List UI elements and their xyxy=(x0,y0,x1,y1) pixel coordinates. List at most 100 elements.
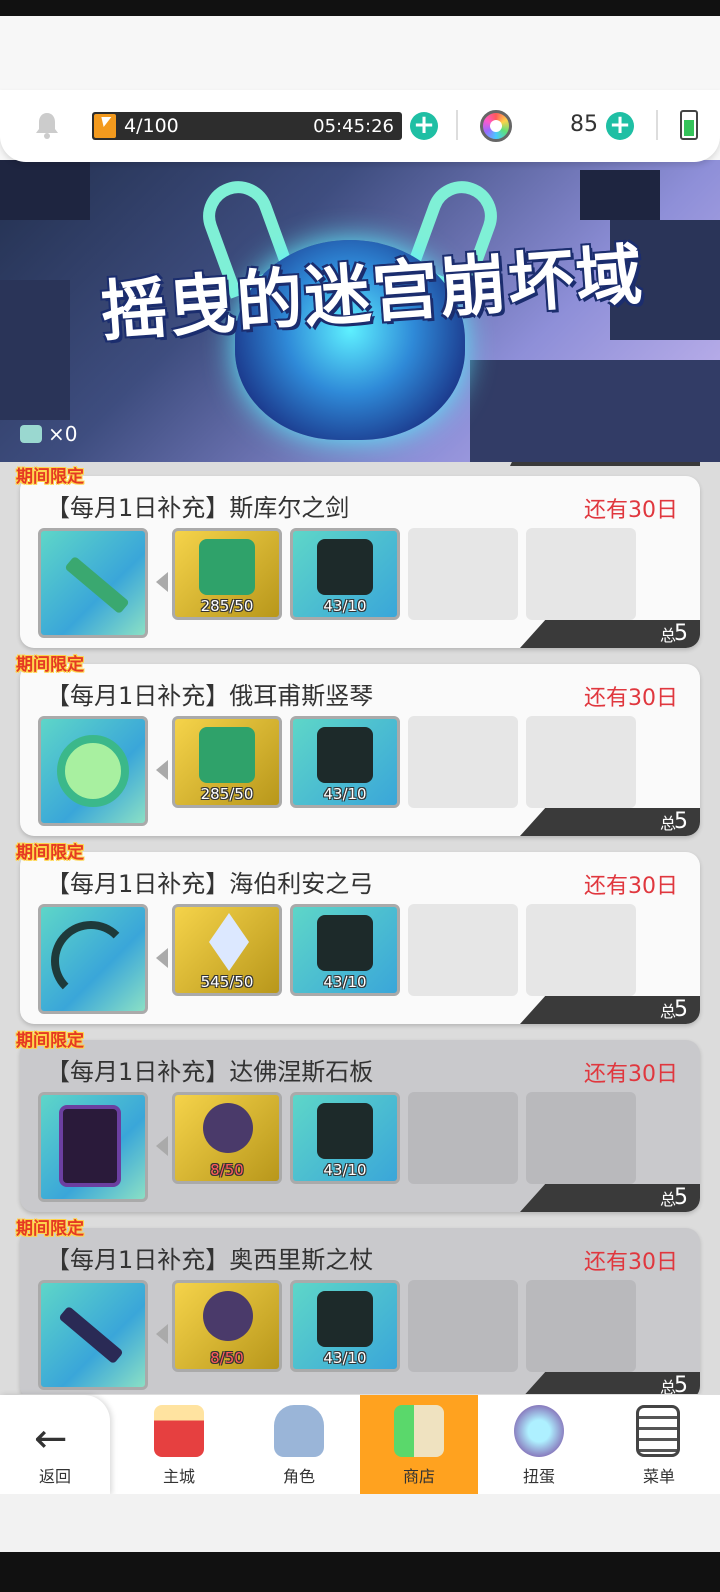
item-slot[interactable] xyxy=(38,1280,148,1390)
nav-gacha[interactable]: 扭蛋 xyxy=(480,1395,598,1495)
item-slot[interactable] xyxy=(38,716,148,826)
bell-icon[interactable] xyxy=(32,110,62,140)
battery-icon xyxy=(680,110,698,140)
shop-item-card[interactable]: 【每月1日补充】俄耳甫斯竖琴 还有30日 285/50 43/10 总库存数5 xyxy=(20,664,700,836)
gem-count: 85 xyxy=(570,112,598,137)
material-slot[interactable]: 285/50 xyxy=(172,716,282,808)
stock-label: 总库存数 xyxy=(659,1190,676,1209)
energy-bolt-icon xyxy=(94,114,116,138)
character-icon xyxy=(274,1405,324,1457)
resource-bar: 4/100 05:45:26 + 85 + xyxy=(0,90,720,162)
nav-label: 角色 xyxy=(282,1467,315,1486)
material-icon xyxy=(199,727,255,783)
pixel-block xyxy=(0,160,90,220)
divider xyxy=(656,110,658,140)
previous-card-footer xyxy=(510,462,700,466)
limited-tag: 期间限定 xyxy=(16,467,84,487)
arrow-left-icon xyxy=(156,1136,168,1156)
arrow-left-icon xyxy=(156,948,168,968)
add-gem-button[interactable]: + xyxy=(606,112,634,140)
stock-footer: 总库存数5 xyxy=(520,620,700,648)
shop-item-card[interactable]: 【每月1日补充】海伯利安之弓 还有30日 545/50 43/10 总库存数5 xyxy=(20,852,700,1024)
shop-item-card[interactable]: 【每月1日补充】奥西里斯之杖 还有30日 8/50 43/10 总库存数5 xyxy=(20,1228,700,1400)
material-count: 43/10 xyxy=(323,1161,367,1179)
token-counter: ×0 xyxy=(20,422,77,446)
nav-label: 菜单 xyxy=(642,1467,675,1486)
empty-slot xyxy=(526,528,636,620)
material-slot[interactable]: 545/50 xyxy=(172,904,282,996)
empty-slot xyxy=(408,716,518,808)
empty-slot xyxy=(526,1092,636,1184)
token-icon xyxy=(20,425,42,443)
castle-icon xyxy=(154,1405,204,1457)
stock-label: 总库存数 xyxy=(659,626,676,645)
stock-footer: 总库存数5 xyxy=(520,996,700,1024)
tablet-icon xyxy=(59,1105,121,1187)
harp-icon xyxy=(57,735,129,807)
nav-shop[interactable]: 商店 xyxy=(360,1395,478,1495)
item-name: 【每月1日补充】俄耳甫斯竖琴 xyxy=(46,682,374,710)
item-name: 【每月1日补充】海伯利安之弓 xyxy=(46,870,374,898)
material-count: 545/50 xyxy=(200,973,254,991)
material-slot[interactable]: 8/50 xyxy=(172,1280,282,1372)
system-nav-area xyxy=(0,1494,720,1592)
nav-label: 主城 xyxy=(162,1467,195,1486)
nav-character[interactable]: 角色 xyxy=(240,1395,358,1495)
pixel-block xyxy=(580,170,660,220)
back-button[interactable]: ← 返回 xyxy=(0,1395,110,1495)
pixel-block xyxy=(0,280,70,420)
arrow-left-icon xyxy=(156,572,168,592)
material-slot[interactable]: 8/50 xyxy=(172,1092,282,1184)
material-count: 43/10 xyxy=(323,1349,367,1367)
remaining-days: 还有30日 xyxy=(584,498,678,523)
arrow-left-icon xyxy=(156,1324,168,1344)
nav-menu[interactable]: 菜单 xyxy=(600,1395,718,1495)
shop-item-card[interactable]: 【每月1日补充】斯库尔之剑 还有30日 285/50 43/10 总库存数5 xyxy=(20,476,700,648)
add-energy-button[interactable]: + xyxy=(410,112,438,140)
material-icon xyxy=(203,1103,253,1153)
stock-label: 总库存数 xyxy=(659,1002,676,1021)
remaining-days: 还有30日 xyxy=(584,686,678,711)
shop-item-list[interactable]: 期间限定 【每月1日补充】斯库尔之剑 还有30日 285/50 43/10 总库… xyxy=(0,462,720,1400)
material-icon xyxy=(203,1291,253,1341)
stock-count: 5 xyxy=(674,621,688,646)
remaining-days: 还有30日 xyxy=(584,1250,678,1275)
item-slot[interactable] xyxy=(38,528,148,638)
material-slot[interactable]: 43/10 xyxy=(290,716,400,808)
sword-icon xyxy=(64,555,130,615)
empty-slot xyxy=(526,904,636,996)
shop-item-card[interactable]: 【每月1日补充】达佛涅斯石板 还有30日 8/50 43/10 总库存数5 xyxy=(20,1040,700,1212)
divider xyxy=(456,110,458,140)
material-slot[interactable]: 285/50 xyxy=(172,528,282,620)
event-banner[interactable]: 摇曳的迷宫崩坏域 ×0 xyxy=(0,160,720,462)
nav-main-city[interactable]: 主城 xyxy=(120,1395,238,1495)
nav-label: 扭蛋 xyxy=(522,1467,555,1486)
material-slot[interactable]: 43/10 xyxy=(290,904,400,996)
item-slot[interactable] xyxy=(38,1092,148,1202)
bow-icon xyxy=(51,921,131,1001)
empty-slot xyxy=(408,1092,518,1184)
material-count: 8/50 xyxy=(210,1161,244,1179)
material-icon xyxy=(317,1291,373,1347)
material-slot[interactable]: 43/10 xyxy=(290,1092,400,1184)
material-slot[interactable]: 43/10 xyxy=(290,1280,400,1372)
gem-icon xyxy=(480,110,512,142)
stock-count: 5 xyxy=(674,809,688,834)
menu-list-icon xyxy=(636,1405,680,1457)
material-icon xyxy=(317,727,373,783)
empty-slot xyxy=(408,1280,518,1372)
energy-timer: 05:45:26 xyxy=(313,116,394,137)
item-slot[interactable] xyxy=(38,904,148,1014)
material-count: 43/10 xyxy=(323,973,367,991)
material-count: 285/50 xyxy=(200,785,254,803)
remaining-days: 还有30日 xyxy=(584,874,678,899)
limited-tag: 期间限定 xyxy=(16,655,84,675)
material-slot[interactable]: 43/10 xyxy=(290,528,400,620)
token-count: ×0 xyxy=(48,422,78,446)
material-icon xyxy=(199,539,255,595)
limited-tag: 期间限定 xyxy=(16,1219,84,1239)
stock-label: 总库存数 xyxy=(659,814,676,833)
material-icon xyxy=(317,1103,373,1159)
material-icon xyxy=(317,915,373,971)
energy-meter: 4/100 05:45:26 xyxy=(92,112,402,140)
